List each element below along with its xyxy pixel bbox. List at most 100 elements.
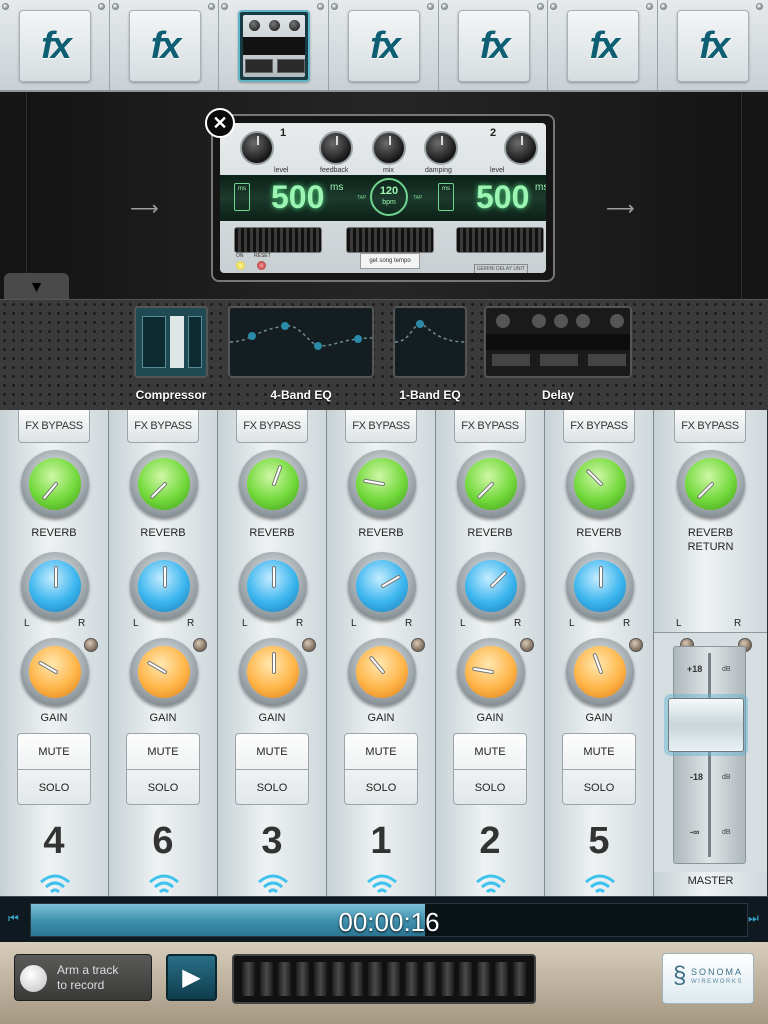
reverb-knob[interactable] [457,450,525,518]
fx-slot-button-delay[interactable] [238,10,311,82]
master-fader-track[interactable]: +18 dB 0 -18 dB -∞ dB [673,646,746,864]
peak-led-icon [411,638,425,652]
left-delay-value[interactable]: 500 [271,179,324,216]
master-fx-bypass-button[interactable]: FX BYPASS [674,410,746,443]
pan-knob[interactable] [348,552,416,620]
fx-slot-button[interactable]: fx [567,10,640,82]
rewind-marker-icon[interactable]: ⏮ [8,911,19,926]
reverb-knob[interactable] [130,450,198,518]
master-right-label: R [734,618,742,629]
track-signal-icon [149,874,179,894]
solo-button[interactable]: SOLO [345,770,417,804]
fx-slot-1[interactable]: fx [0,0,110,90]
fx-slot-4[interactable]: fx [329,0,439,90]
fx-slot-6[interactable]: fx [548,0,659,90]
play-button[interactable]: ▶ [166,954,217,1001]
fx-bypass-button[interactable]: FX BYPASS [236,410,308,443]
tray-item-delay[interactable]: Delay [484,306,632,402]
rack-side-right [741,92,768,299]
solo-button[interactable]: SOLO [18,770,90,804]
track-number: 4 [43,820,65,862]
fx-slot-7[interactable]: fx [658,0,768,90]
reverb-knob[interactable] [566,450,634,518]
feedback-knob[interactable] [319,131,353,165]
arm-track-button[interactable]: Arm a track to record [14,954,152,1001]
eq4-curve-icon [230,322,372,350]
fx-slot-5[interactable]: fx [439,0,549,90]
mute-solo-group: MUTE SOLO [235,733,309,805]
mute-button[interactable]: MUTE [563,734,635,770]
left-time-roller[interactable] [234,227,322,253]
fx-bypass-button[interactable]: FX BYPASS [127,410,199,443]
feedback-label: feedback [320,167,349,174]
gain-label: GAIN [258,712,286,724]
ms-mode-left-button[interactable]: ms [234,183,250,211]
on-led-button[interactable] [236,261,245,270]
arm-line-1: Arm a track [57,963,119,977]
solo-button[interactable]: SOLO [127,770,199,804]
solo-button[interactable]: SOLO [454,770,526,804]
gain-knob[interactable] [239,638,307,706]
fx-slot-button[interactable]: fx [677,10,750,82]
fx-slot-button[interactable]: fx [19,10,91,82]
timeline-scrubber[interactable]: 00:00:16 [30,903,748,937]
fx-slot-2[interactable]: fx [110,0,220,90]
master-fader-handle[interactable] [668,698,744,752]
level-2-knob[interactable] [504,131,538,165]
gain-knob[interactable] [130,638,198,706]
gain-knob[interactable] [566,638,634,706]
solo-button[interactable]: SOLO [563,770,635,804]
reverb-return-label-1: REVERB [687,527,734,539]
mix-knob[interactable] [372,131,406,165]
right-time-roller[interactable] [456,227,544,253]
pan-knob[interactable] [566,552,634,620]
sonoma-logo[interactable]: § SONOMA WIREWORKS [662,953,754,1004]
gain-knob[interactable] [348,638,416,706]
center-roller[interactable] [346,227,434,253]
fx-slot-button[interactable]: fx [128,10,201,82]
fx-bypass-button[interactable]: FX BYPASS [454,410,526,443]
reset-button[interactable] [257,261,266,270]
channel-strip: FX BYPASS REVERB L R GAIN MUTE SOLO 1 [327,410,436,896]
tap-tempo-button[interactable]: 120 bpm [370,178,408,216]
get-song-tempo-button[interactable]: get song tempo [360,253,420,269]
end-marker-icon[interactable]: ⏭ [748,911,759,926]
ms-mode-right-button[interactable]: ms [438,183,454,211]
master-label: MASTER [687,875,734,887]
reverb-knob[interactable] [348,450,416,518]
pan-knob[interactable] [21,552,89,620]
mute-button[interactable]: MUTE [454,734,526,770]
mute-button[interactable]: MUTE [18,734,90,770]
level-1-knob[interactable] [240,131,274,165]
gain-knob[interactable] [21,638,89,706]
mute-solo-group: MUTE SOLO [126,733,200,805]
fx-bypass-button[interactable]: FX BYPASS [563,410,635,443]
pan-knob[interactable] [130,552,198,620]
solo-button[interactable]: SOLO [236,770,308,804]
tray-item-compressor[interactable]: Compressor [134,306,208,402]
jog-wheel[interactable] [232,954,536,1004]
pan-knob[interactable] [457,552,525,620]
close-effect-button[interactable]: ✕ [205,108,235,138]
mute-button[interactable]: MUTE [236,734,308,770]
track-signal-icon [40,874,70,894]
reverb-knob[interactable] [21,450,89,518]
delay-unit: 1 level feedback mix damping 2 level ms … [211,114,555,282]
reverb-knob[interactable] [239,450,307,518]
pan-knob[interactable] [239,552,307,620]
tray-item-4-band-eq[interactable]: 4-Band EQ [228,306,374,402]
mute-button[interactable]: MUTE [345,734,417,770]
tray-item-1-band-eq[interactable]: 1-Band EQ [393,306,467,402]
fx-slot-button[interactable]: fx [457,10,530,82]
reverb-label: REVERB [140,527,186,539]
fx-slot-3-active[interactable] [219,0,330,90]
gain-knob[interactable] [457,638,525,706]
fx-bypass-button[interactable]: FX BYPASS [345,410,417,443]
mute-button[interactable]: MUTE [127,734,199,770]
fx-bypass-button[interactable]: FX BYPASS [18,410,90,443]
fx-slot-button[interactable]: fx [348,10,421,82]
damping-knob[interactable] [424,131,458,165]
reverb-return-knob[interactable] [677,450,745,518]
track-signal-icon [367,874,397,894]
right-delay-value[interactable]: 500 [476,179,529,216]
